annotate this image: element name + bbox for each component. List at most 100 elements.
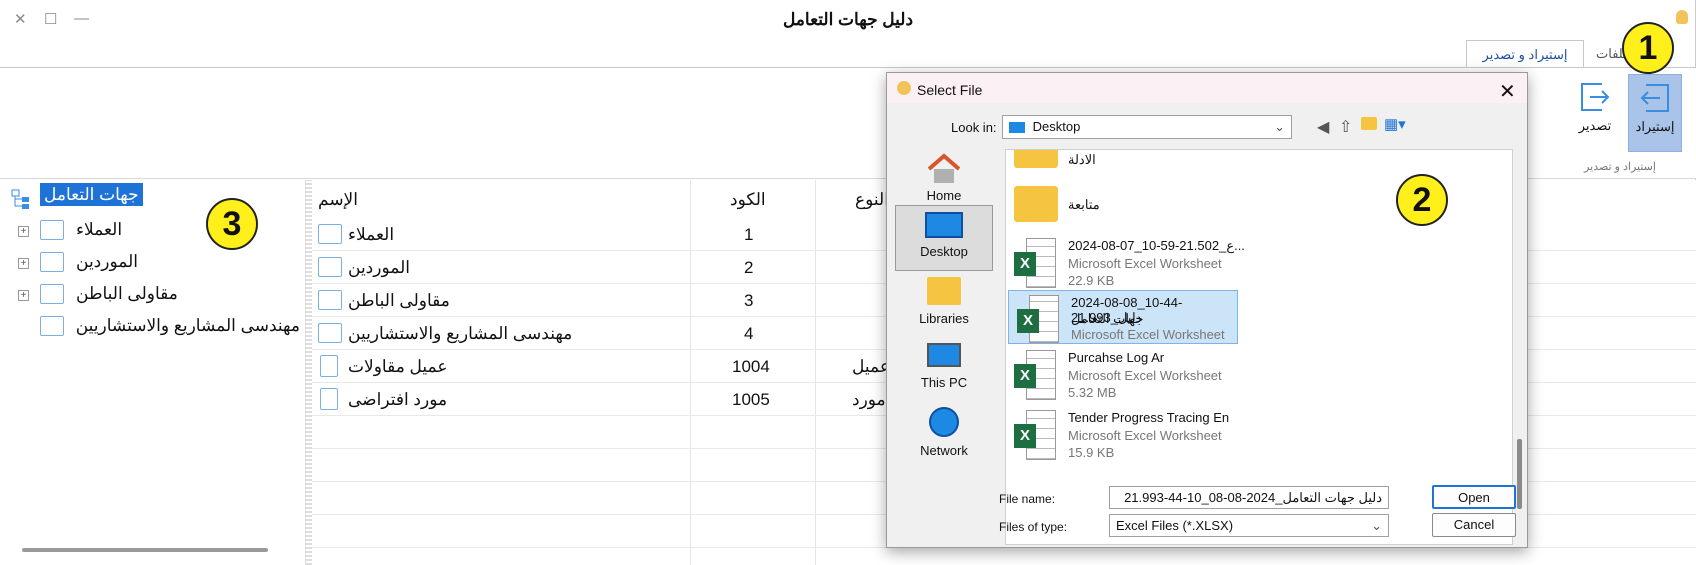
dialog-title: Select File — [917, 82, 983, 98]
ribbon-group-label: إستيراد و تصدير — [1584, 161, 1656, 173]
annotation-badge-1: 1 — [1622, 22, 1674, 74]
libraries-icon — [927, 277, 961, 305]
new-folder-icon[interactable] — [1361, 117, 1377, 130]
tree-item-customers[interactable]: العملاء — [72, 220, 126, 252]
row-code: 1 — [744, 225, 754, 244]
export-button[interactable]: تصدير — [1568, 74, 1622, 152]
file-name-value: دليل جهات التعامل_2024-08-08_10-44-21.99… — [1124, 490, 1382, 505]
place-libraries[interactable]: Libraries — [895, 273, 993, 339]
export-icon — [1581, 83, 1610, 111]
tree-item-suppliers[interactable]: الموردين — [72, 252, 142, 284]
place-label: Desktop — [920, 244, 968, 259]
file-type-value: Excel Files (*.XLSX) — [1116, 518, 1234, 533]
place-this-pc[interactable]: This PC — [895, 339, 993, 405]
place-desktop[interactable]: Desktop — [895, 205, 993, 271]
desktop-icon — [1009, 122, 1025, 134]
row-code: 2 — [744, 258, 754, 277]
tree-root-label: جهات التعامل — [40, 183, 143, 206]
computer-icon — [927, 343, 961, 367]
folder-icon — [40, 316, 64, 336]
file-type-label: Files of type: — [999, 520, 1068, 534]
scrollbar-thumb[interactable] — [1517, 439, 1522, 509]
file-type-select[interactable]: Excel Files (*.XLSX) ⌄ — [1109, 514, 1389, 537]
title-bar: دليل جهات التعامل ✕ ☐ — — [0, 0, 1696, 40]
grid-header-code[interactable]: الكود — [730, 190, 766, 210]
file-name-input[interactable]: دليل جهات التعامل_2024-08-08_10-44-21.99… — [1109, 486, 1389, 509]
export-label: تصدير — [1578, 118, 1612, 133]
folder-icon — [318, 224, 342, 244]
list-item[interactable]: X 2024-08-07_10-59-21.502_ع... Microsoft… — [1006, 234, 1506, 292]
close-icon[interactable]: ✕ — [1499, 79, 1516, 104]
tab-import-export[interactable]: إستيراد و تصدير — [1466, 40, 1584, 68]
import-icon — [1640, 84, 1669, 112]
grid-header-type[interactable]: النوع — [855, 190, 889, 210]
minimize-icon[interactable]: — — [74, 10, 89, 27]
place-label: This PC — [920, 375, 968, 390]
row-name: مهندسى المشاريع والاستشاريين — [348, 324, 573, 343]
open-button[interactable]: Open — [1432, 485, 1516, 509]
cancel-button[interactable]: Cancel — [1432, 513, 1516, 537]
user-icon — [1676, 10, 1688, 24]
desktop-icon — [925, 212, 963, 238]
list-item[interactable]: الادلة — [1006, 150, 1506, 170]
file-name-label: File name: — [999, 492, 1056, 506]
folder-icon — [318, 257, 342, 277]
row-code: 4 — [744, 324, 754, 343]
tree-expander[interactable]: + — [18, 258, 29, 269]
excel-icon: X — [1014, 238, 1058, 290]
tab-files[interactable]: ملفات — [1586, 40, 1626, 68]
look-in-label: Look in: — [951, 120, 997, 135]
close-icon[interactable]: ✕ — [14, 10, 27, 28]
folder-icon — [40, 220, 64, 240]
row-name: مورد افتراضى — [348, 390, 448, 409]
file-list-scrollbar[interactable] — [1515, 153, 1525, 545]
place-label: Network — [920, 443, 968, 458]
window-title: دليل جهات التعامل — [782, 10, 914, 29]
row-type: مورد — [852, 390, 886, 409]
user-icon — [897, 81, 911, 95]
excel-icon: X — [1014, 410, 1058, 462]
tree-expander[interactable]: + — [18, 226, 29, 237]
row-name: مقاولى الباطن — [348, 291, 450, 310]
tree-root[interactable]: جهات التعامل — [40, 183, 143, 217]
row-name: الموردين — [348, 258, 410, 277]
back-icon[interactable]: ◀ — [1317, 117, 1329, 137]
tree-expander[interactable]: + — [18, 290, 29, 301]
home-icon — [927, 153, 961, 183]
folder-icon — [318, 290, 342, 310]
annotation-badge-3: 3 — [206, 198, 258, 250]
row-name: عميل مقاولات — [348, 357, 448, 376]
folder-icon — [1014, 150, 1058, 168]
row-type: عميل — [852, 357, 890, 376]
network-icon — [929, 407, 959, 437]
chevron-down-icon: ⌄ — [1371, 518, 1382, 533]
tree-item-engineers[interactable]: مهندسى المشاريع والاستشاريين — [72, 316, 304, 348]
look-in-select[interactable]: Desktop ⌄ — [1002, 115, 1292, 139]
chevron-down-icon: ⌄ — [1274, 119, 1285, 134]
row-code: 3 — [744, 291, 754, 310]
view-menu-icon[interactable]: ▦▾ — [1384, 115, 1406, 133]
up-folder-icon[interactable]: ⇧ — [1339, 117, 1352, 137]
document-icon — [320, 388, 338, 410]
annotation-badge-2: 2 — [1396, 174, 1448, 226]
list-item-selected[interactable]: X 2024-08-08_10-44-21.993_دليل جهات التع… — [1008, 290, 1238, 344]
tree-item-subcontractors[interactable]: مقاولى الباطن — [72, 284, 182, 316]
excel-icon: X — [1014, 350, 1058, 402]
folder-icon — [40, 252, 64, 272]
document-icon — [320, 355, 338, 377]
select-file-dialog: Select File ✕ Look in: Desktop ⌄ ◀ ⇧ ▦▾ … — [886, 72, 1528, 548]
list-item[interactable]: X Purcahse Log Ar Microsoft Excel Worksh… — [1006, 346, 1506, 404]
import-label: إستيراد — [1635, 119, 1675, 134]
tree-scrollbar[interactable] — [22, 548, 268, 552]
place-network[interactable]: Network — [895, 403, 993, 469]
grid-header-name[interactable]: الإسم — [318, 190, 358, 210]
list-item[interactable]: X Tender Progress Tracing En Microsoft E… — [1006, 406, 1506, 464]
look-in-value: Desktop — [1032, 119, 1081, 134]
maximize-icon[interactable]: ☐ — [44, 10, 57, 28]
import-button[interactable]: إستيراد — [1628, 74, 1682, 152]
excel-icon: X — [1017, 295, 1061, 347]
row-code: 1005 — [732, 390, 770, 409]
row-name: العملاء — [348, 225, 395, 244]
folder-icon — [1014, 186, 1058, 222]
place-label: Home — [926, 188, 962, 203]
